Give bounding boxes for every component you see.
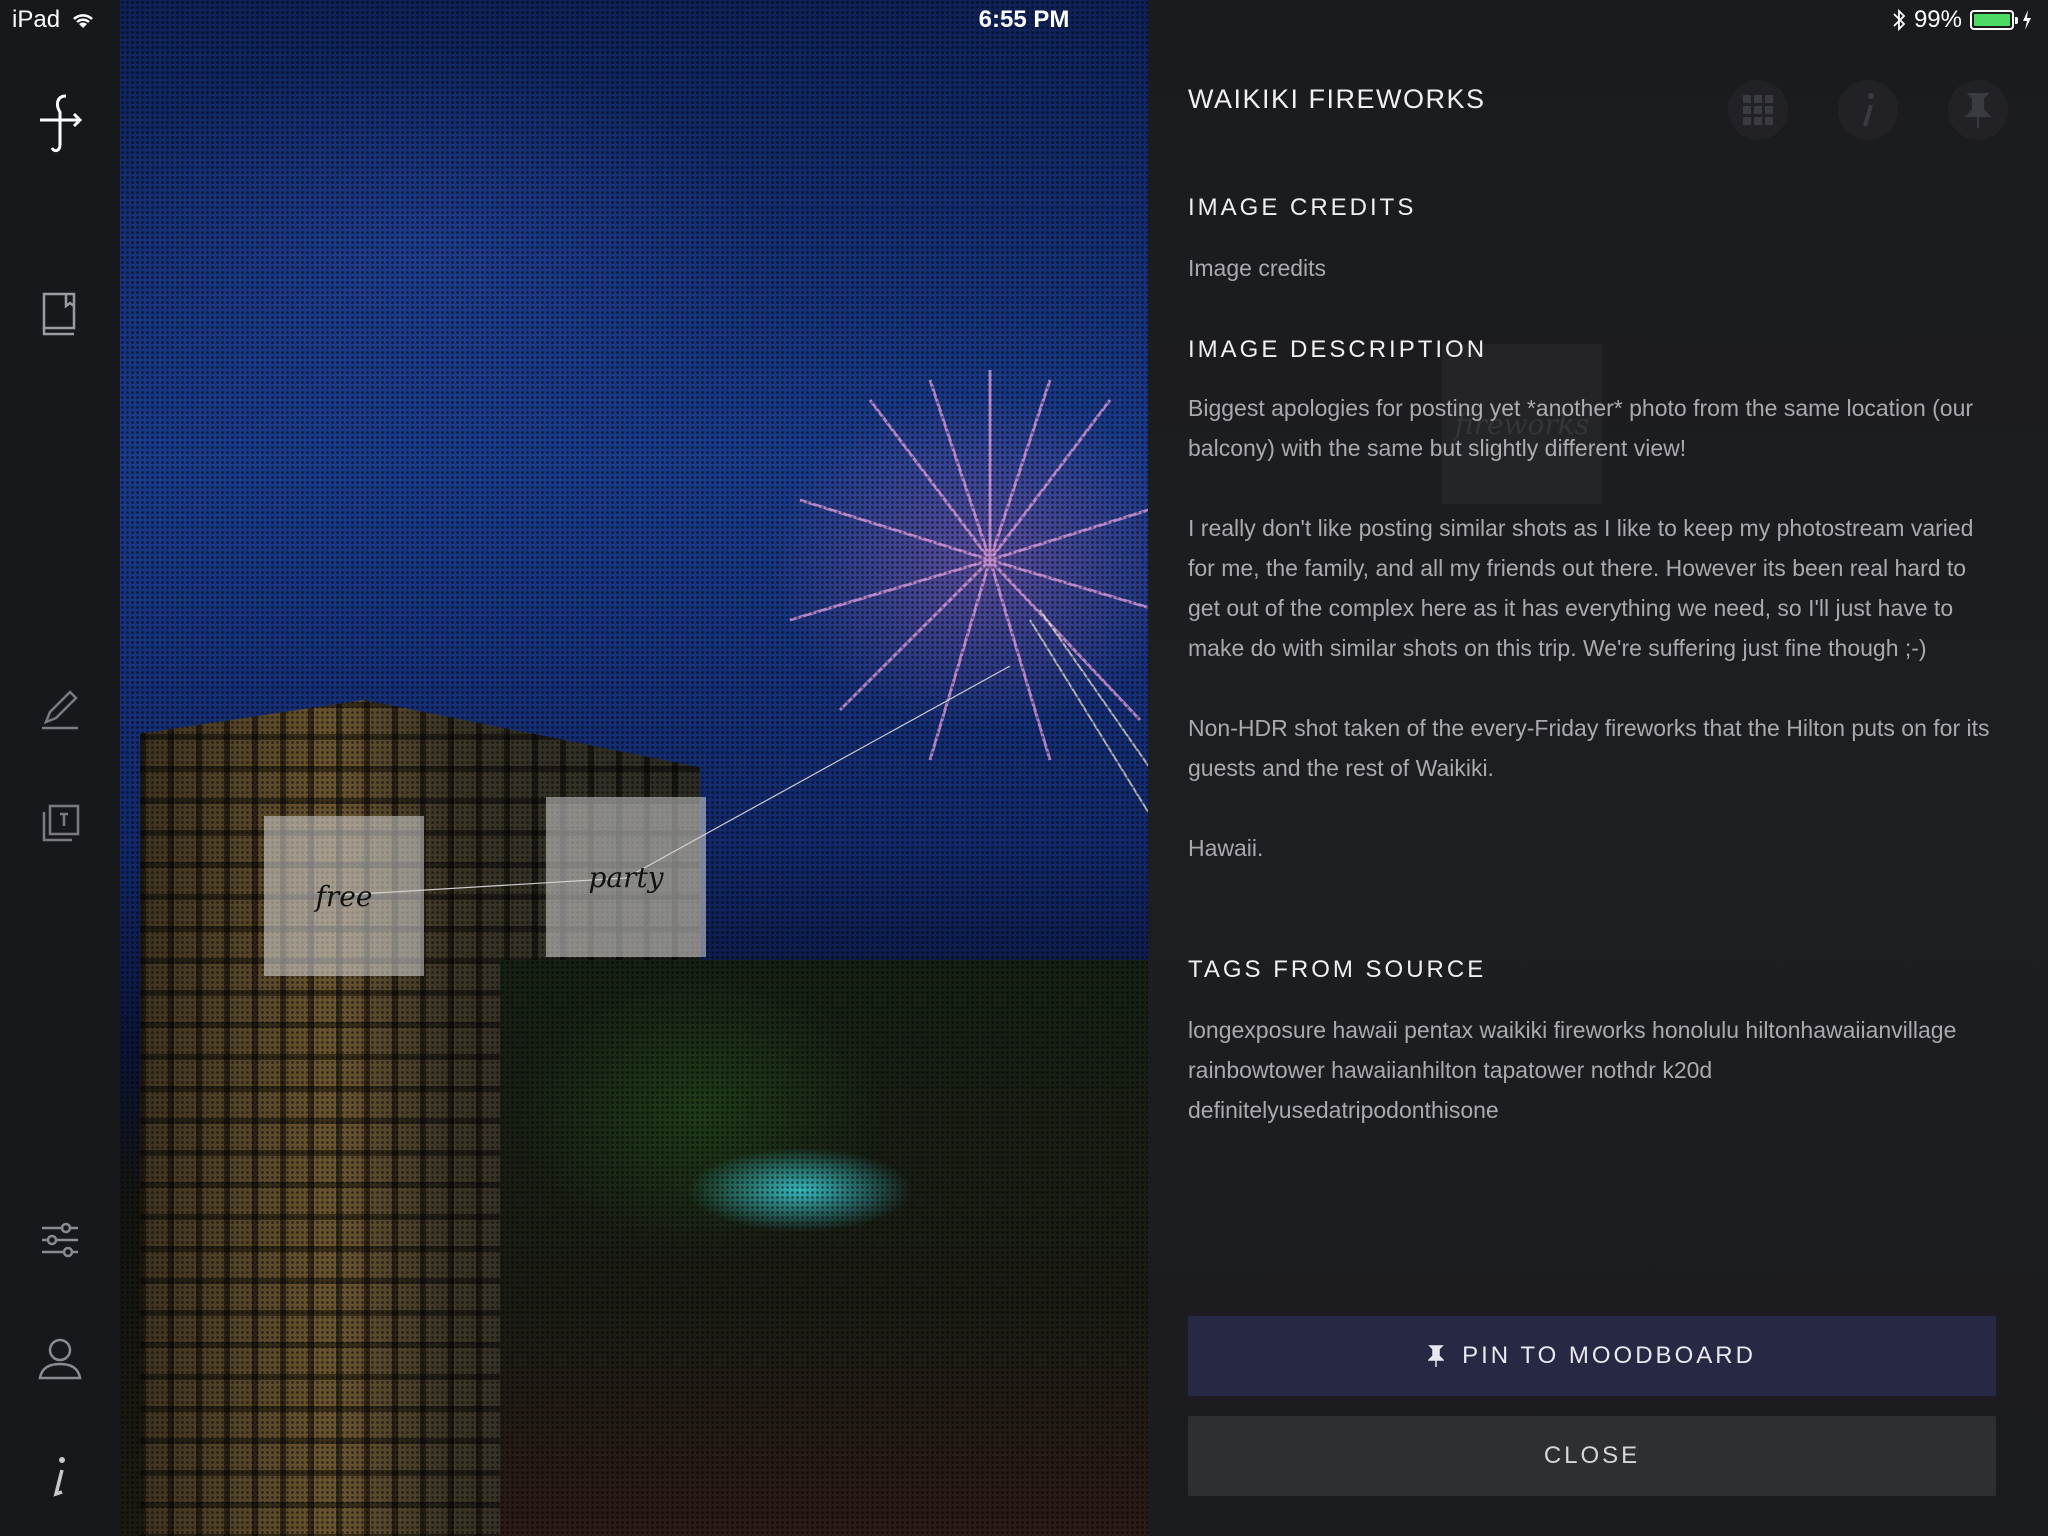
pinned-stack-icon[interactable] [36,800,84,848]
pin-to-moodboard-button[interactable]: PIN TO MOODBOARD [1188,1316,1996,1396]
tag-label: party [588,860,664,894]
image-credits-heading: IMAGE CREDITS [1188,194,1417,221]
tag-label: free [315,879,373,913]
sliders-icon[interactable] [36,1216,84,1264]
tags-from-source: longexposure hawaii pentax waikiki firew… [1188,1017,1957,1123]
sidebar [0,0,120,1536]
pencil-icon[interactable] [36,684,84,732]
battery-percent: 99% [1913,6,1962,33]
description-paragraph: I really don't like posting similar shot… [1188,515,1974,661]
close-label: CLOSE [1543,1442,1641,1469]
battery-fill [1974,14,2010,26]
tag-party[interactable]: party [546,797,706,957]
battery-icon [1970,10,2018,30]
tag-free[interactable]: free [264,816,424,976]
tags-heading: TAGS FROM SOURCE [1188,956,1487,983]
pin-to-moodboard-label: PIN TO MOODBOARD [1462,1342,1756,1369]
close-button[interactable]: CLOSE [1188,1416,1996,1496]
tag-connector-lines [341,665,1011,896]
description-paragraph: Non-HDR shot taken of the every-Friday f… [1188,715,1990,781]
pin-icon [1428,1345,1445,1367]
logo-icon[interactable] [36,94,84,153]
ghost-tag-fireworks: fireworks [1442,344,1602,504]
charging-bolt-icon [2023,10,2031,30]
description-paragraph: Hawaii. [1188,835,1264,861]
info-icon[interactable] [36,1452,84,1500]
photo-viewer[interactable]: free party [120,0,1148,1536]
book-icon[interactable] [36,290,84,338]
ghost-tag-label: fireworks [1454,407,1590,441]
bluetooth-icon [1893,8,1906,32]
status-bar-right: 99% [1892,6,2032,34]
status-bar: iPad 6:55 PM 99% [0,0,2048,40]
image-credits-text: Image credits [1188,255,1327,281]
user-icon[interactable] [36,1334,84,1382]
clock: 6:55 PM [978,6,1070,33]
image-title: WAIKIKI FIREWORKS [1188,84,1486,114]
info-panel: WAIKIKI FIREWORKS IMAGE CREDITS Image cr… [1148,0,2048,1536]
